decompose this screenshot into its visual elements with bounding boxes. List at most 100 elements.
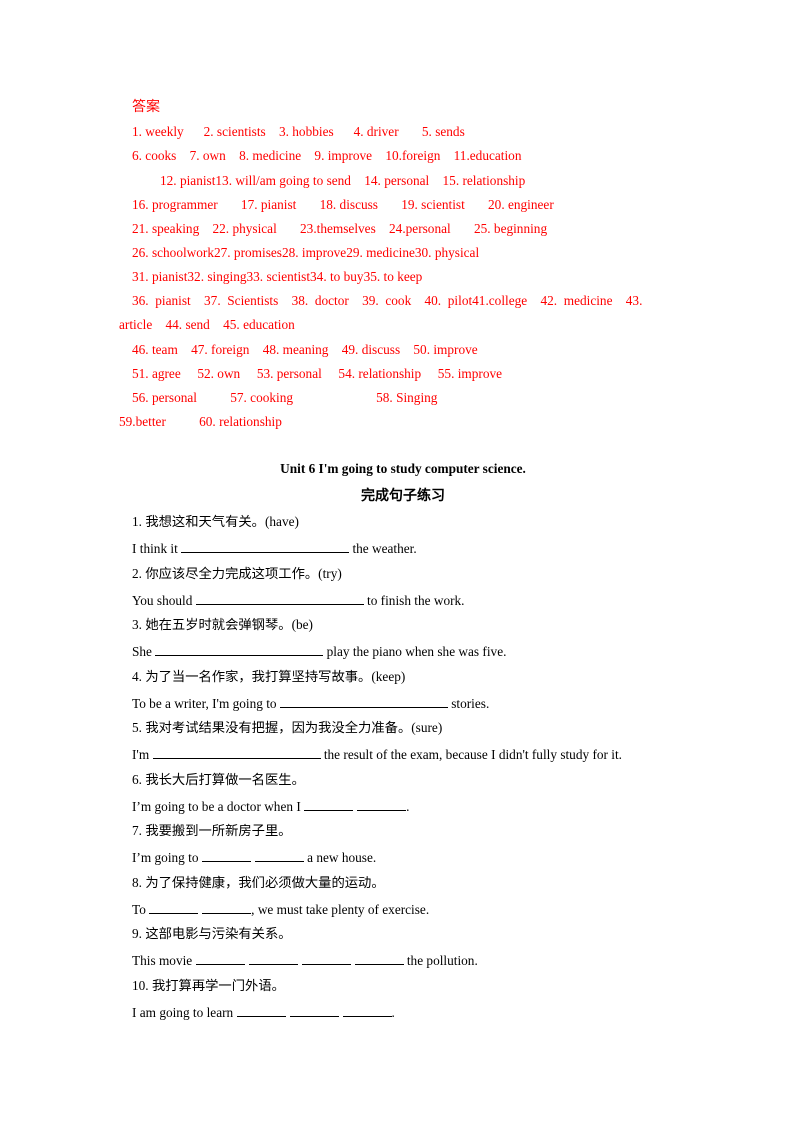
- question-number: 5.: [132, 720, 142, 735]
- chinese-sentence: 我要搬到一所新房子里。: [145, 824, 292, 839]
- sentence-end: .: [406, 798, 410, 814]
- hint-word: (have): [264, 514, 299, 529]
- chinese-sentence: 为了当一名作家，我打算坚持写故事。: [145, 669, 372, 685]
- answer-sentence: This movie the pollution.: [132, 952, 478, 969]
- answer-sentence: You should to finish the work.: [132, 592, 465, 609]
- chinese-sentence: 这部电影与污染有关系。: [145, 927, 292, 942]
- answer-sentence: I’m going to a new house.: [132, 849, 376, 866]
- question-prompt: 9. 这部电影与污染有关系。: [132, 926, 292, 943]
- answer-line: 59.better 60. relationship: [119, 414, 282, 429]
- answer-line: 21. speaking 22. physical 23.themselves …: [132, 221, 548, 236]
- fill-in-blank[interactable]: [289, 1004, 339, 1017]
- answer-sentence: I am going to learn .: [132, 1004, 395, 1021]
- fill-in-blank[interactable]: [304, 798, 354, 811]
- question-prompt: 5. 我对考试结果没有把握，因为我没全力准备。(sure): [132, 720, 442, 737]
- chinese-sentence: 我想这和天气有关。: [145, 515, 265, 530]
- sentence-end: the weather.: [349, 541, 417, 556]
- unit-title: Unit 6 I'm going to study computer scien…: [280, 461, 526, 476]
- fill-in-blank[interactable]: [201, 849, 251, 862]
- question-prompt: 1. 我想这和天气有关。(have): [132, 514, 299, 531]
- section-title: 完成句子练习: [361, 488, 445, 504]
- answer-line: 31. pianist32. singing33. scientist34. t…: [132, 269, 423, 284]
- fill-in-blank[interactable]: [155, 643, 324, 656]
- sentence-end: .: [391, 1004, 395, 1020]
- fill-in-blank[interactable]: [354, 952, 404, 965]
- answer-line: 51. agree 52. own 53. personal 54. relat…: [132, 366, 503, 381]
- answer-sentence: I’m going to be a doctor when I .: [132, 798, 409, 815]
- chinese-sentence: 为了保持健康，我们必须做大量的运动。: [145, 875, 385, 891]
- fill-in-blank[interactable]: [181, 540, 350, 553]
- fill-in-blank[interactable]: [195, 592, 364, 605]
- sentence-end: the result of the exam, because I didn't…: [320, 747, 622, 762]
- chinese-sentence: 我对考试结果没有把握，因为我没全力准备。: [145, 721, 412, 736]
- sentence-end: to finish the work.: [363, 592, 465, 608]
- fill-in-blank[interactable]: [236, 1004, 286, 1017]
- question-number: 1.: [132, 514, 142, 529]
- answer-line: 56. personal 57. cooking 58. Singing: [132, 390, 438, 405]
- answer-line: 6. cooks 7. own 8. medicine 9. improve 1…: [132, 148, 522, 163]
- answer-line: 46. team 47. foreign 48. meaning 49. dis…: [132, 342, 478, 357]
- sentence-start: I'm: [132, 747, 153, 762]
- fill-in-blank[interactable]: [248, 952, 298, 965]
- question-prompt: 2. 你应该尽全力完成这项工作。(try): [132, 566, 342, 583]
- question-prompt: 3. 她在五岁时就会弹钢琴。(be): [132, 617, 313, 634]
- question-number: 3.: [132, 617, 142, 632]
- answer-sentence: To , we must take plenty of exercise.: [132, 901, 429, 918]
- question-prompt: 7. 我要搬到一所新房子里。: [132, 823, 292, 840]
- chinese-sentence: 她在五岁时就会弹钢琴。: [145, 618, 292, 633]
- question-prompt: 4. 为了当一名作家，我打算坚持写故事。(keep): [132, 669, 405, 686]
- question-number: 6.: [132, 771, 142, 787]
- fill-in-blank[interactable]: [254, 849, 304, 862]
- fill-in-blank[interactable]: [279, 695, 448, 708]
- sentence-start: To be a writer, I'm going to: [132, 695, 280, 711]
- sentence-start: She: [132, 644, 156, 659]
- answer-sentence: I'm the result of the exam, because I di…: [132, 746, 622, 763]
- sentence-start: I’m going to: [132, 850, 202, 865]
- answer-line: 26. schoolwork27. promises28. improve29.…: [132, 245, 480, 260]
- fill-in-blank[interactable]: [195, 952, 245, 965]
- sentence-start: I am going to learn: [132, 1004, 237, 1020]
- question-number: 9.: [132, 926, 142, 941]
- hint-word: (try): [318, 565, 342, 581]
- sentence-start: You should: [132, 592, 196, 608]
- sentence-start: I think it: [132, 541, 182, 556]
- answers-heading: 答案: [132, 99, 160, 115]
- question-prompt: 6. 我长大后打算做一名医生。: [132, 772, 305, 789]
- question-number: 10.: [132, 977, 149, 993]
- question-number: 2.: [132, 565, 142, 581]
- question-number: 7.: [132, 823, 142, 838]
- sentence-start: I’m going to be a doctor when I: [132, 798, 305, 814]
- question-prompt: 10. 我打算再学一门外语。: [132, 978, 285, 995]
- answer-line: article 44. send 45. education: [119, 317, 295, 332]
- sentence-end: stories.: [447, 695, 490, 711]
- answer-line: 16. programmer 17. pianist 18. discuss 1…: [132, 197, 554, 212]
- question-number: 8.: [132, 874, 142, 890]
- chinese-sentence: 我长大后打算做一名医生。: [145, 772, 305, 788]
- answer-sentence: To be a writer, I'm going to stories.: [132, 695, 489, 712]
- answer-sentence: I think it the weather.: [132, 540, 417, 557]
- sentence-start: This movie: [132, 953, 196, 968]
- chinese-sentence: 你应该尽全力完成这项工作。: [145, 566, 319, 582]
- answer-line: 36. pianist 37. Scientists 38. doctor 39…: [132, 293, 643, 308]
- fill-in-blank[interactable]: [149, 901, 199, 914]
- answer-line: 12. pianist13. will/am going to send 14.…: [160, 173, 526, 188]
- chinese-sentence: 我打算再学一门外语。: [151, 978, 285, 994]
- document-page: 答案 1. weekly 2. scientists 3. hobbies 4.…: [0, 0, 794, 1123]
- sentence-start: To: [132, 901, 150, 917]
- hint-word: (sure): [411, 720, 443, 735]
- fill-in-blank[interactable]: [342, 1004, 392, 1017]
- fill-in-blank[interactable]: [202, 901, 252, 914]
- sentence-end: , we must take plenty of exercise.: [251, 901, 430, 917]
- fill-in-blank[interactable]: [357, 798, 407, 811]
- answer-sentence: She play the piano when she was five.: [132, 643, 506, 660]
- sentence-end: a new house.: [303, 850, 377, 865]
- question-prompt: 8. 为了保持健康，我们必须做大量的运动。: [132, 875, 385, 892]
- fill-in-blank[interactable]: [152, 746, 321, 759]
- answer-line: 1. weekly 2. scientists 3. hobbies 4. dr…: [132, 124, 465, 139]
- hint-word: (be): [291, 617, 313, 632]
- sentence-end: the pollution.: [403, 953, 478, 968]
- question-number: 4.: [132, 668, 142, 684]
- sentence-end: play the piano when she was five.: [323, 644, 507, 659]
- hint-word: (keep): [371, 668, 406, 684]
- fill-in-blank[interactable]: [301, 952, 351, 965]
